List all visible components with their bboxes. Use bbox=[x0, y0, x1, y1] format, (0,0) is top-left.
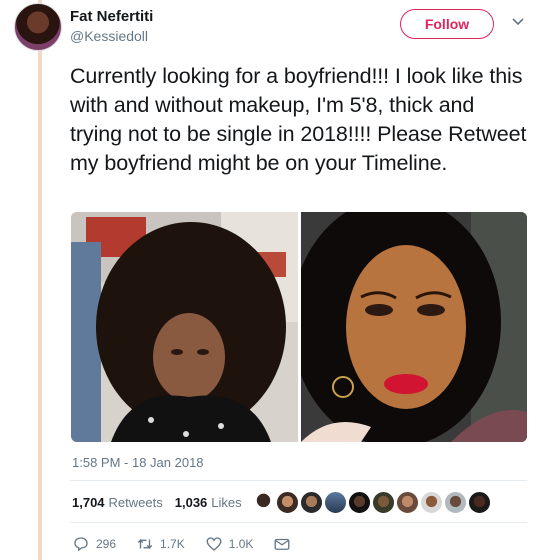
divider bbox=[70, 522, 527, 523]
liker-avatar[interactable] bbox=[396, 491, 419, 514]
liker-avatar[interactable] bbox=[324, 491, 347, 514]
liker-avatar[interactable] bbox=[276, 491, 299, 514]
liker-avatar[interactable] bbox=[348, 491, 371, 514]
liker-avatar[interactable] bbox=[444, 491, 467, 514]
liker-avatar[interactable] bbox=[468, 491, 491, 514]
author-name[interactable]: Fat Nefertiti bbox=[70, 8, 153, 25]
retweet-count: 1.7K bbox=[160, 537, 185, 551]
author-handle[interactable]: @Kessiedoll bbox=[70, 28, 148, 44]
likes-count[interactable]: 1,036 bbox=[175, 495, 208, 510]
chevron-down-icon[interactable] bbox=[510, 14, 526, 30]
reply-button[interactable]: 296 bbox=[72, 535, 116, 553]
envelope-icon bbox=[274, 538, 290, 550]
liker-avatar[interactable] bbox=[300, 491, 323, 514]
likes-label[interactable]: Likes bbox=[211, 495, 241, 510]
avatar[interactable] bbox=[14, 3, 62, 51]
heart-icon bbox=[206, 537, 222, 551]
retweets-label[interactable]: Retweets bbox=[109, 495, 163, 510]
action-bar: 296 1.7K 1.0K bbox=[72, 535, 311, 553]
retweets-count[interactable]: 1,704 bbox=[72, 495, 105, 510]
like-count: 1.0K bbox=[228, 537, 254, 551]
photo-with-makeup[interactable] bbox=[301, 212, 527, 442]
media-grid[interactable] bbox=[71, 212, 527, 442]
direct-message-button[interactable] bbox=[273, 535, 291, 553]
like-button[interactable]: 1.0K bbox=[205, 535, 254, 553]
liker-avatar[interactable] bbox=[372, 491, 395, 514]
photo-without-makeup[interactable] bbox=[71, 212, 298, 442]
retweet-button[interactable]: 1.7K bbox=[136, 535, 185, 553]
divider bbox=[70, 480, 527, 481]
liker-avatar[interactable] bbox=[252, 491, 275, 514]
retweet-icon bbox=[137, 538, 153, 550]
reply-icon bbox=[74, 537, 88, 552]
engagement-stats: 1,704 Retweets 1,036 Likes bbox=[72, 495, 242, 510]
liker-avatars bbox=[252, 491, 492, 514]
reply-count: 296 bbox=[96, 537, 117, 551]
thread-line bbox=[38, 0, 42, 560]
liker-avatar[interactable] bbox=[420, 491, 443, 514]
tweet-timestamp[interactable]: 1:58 PM - 18 Jan 2018 bbox=[72, 455, 204, 470]
follow-button[interactable]: Follow bbox=[400, 9, 494, 39]
tweet-text: Currently looking for a boyfriend!!! I l… bbox=[70, 64, 527, 175]
